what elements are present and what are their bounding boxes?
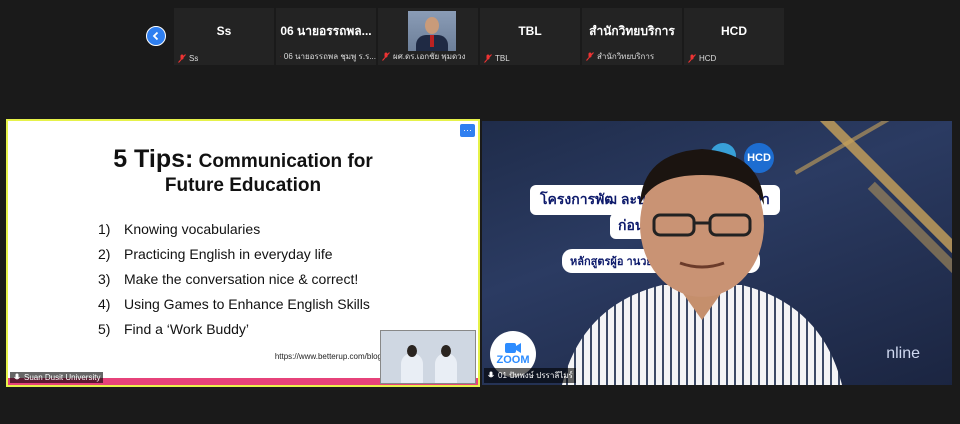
list-item: 1) Knowing vocabularies xyxy=(98,221,261,237)
muted-mic-icon xyxy=(586,52,594,61)
slide-title-rest: Communication for xyxy=(198,151,373,172)
mic-icon xyxy=(14,373,20,380)
muted-mic-icon xyxy=(280,56,281,57)
participant-caption-text: 06 นายอรรถพล ชุมพู ร.ร... xyxy=(283,52,376,61)
participant-caption-text: TBL xyxy=(495,54,510,63)
participant-tile[interactable]: Ss Ss xyxy=(174,8,274,65)
participant-tile[interactable]: 06 นายอรรถพล... 06 นายอรรถพล ชุมพู ร.ร..… xyxy=(276,8,376,65)
participant-display-name: 06 นายอรรถพล... xyxy=(280,23,372,38)
ellipsis-icon: ··· xyxy=(463,125,472,135)
shared-screen-tile[interactable]: 5 Tips: Communication for Future Educati… xyxy=(6,119,480,387)
slide-title-number: 5 Tips: xyxy=(113,145,194,173)
list-item: 5) Find a ‘Work Buddy’ xyxy=(98,321,250,337)
chevron-left-icon xyxy=(152,31,159,41)
participant-tile[interactable]: TBL TBL xyxy=(480,8,580,65)
participant-caption: 06 นายอรรถพล ชุมพู ร.ร... xyxy=(280,50,376,63)
slide-source-url: https://www.betterup.com/blog xyxy=(274,352,382,361)
speaker-video-tile[interactable]: HCD โครงการพัฒ ละบุคลากรทางการศึกษา ก่อน… xyxy=(482,121,952,385)
tips-list: 1) Knowing vocabularies 2) Practicing Engl… xyxy=(98,221,370,346)
speaker-figure xyxy=(562,149,842,385)
slide-title: 5 Tips: Communication for Future Educati… xyxy=(8,147,478,198)
camera-icon xyxy=(505,343,521,353)
participant-caption-text: HCD xyxy=(699,54,717,63)
participant-strip: Ss Ss 06 นายอรรถพล... 06 นายอรรถพล ชุมพู… xyxy=(174,8,784,65)
more-options-button[interactable]: ··· xyxy=(460,124,475,137)
participant-display-name: HCD xyxy=(721,24,747,38)
participant-caption-text: ผศ.ดร.เอกชัย พุมดวง xyxy=(393,52,466,61)
participant-caption: TBL xyxy=(484,54,510,63)
mic-icon xyxy=(488,371,494,378)
participant-caption: สำนักวิทยบริการ xyxy=(586,50,654,63)
participant-display-name: TBL xyxy=(518,24,542,38)
muted-mic-icon xyxy=(484,54,492,63)
participant-caption: ผศ.ดร.เอกชัย พุมดวง xyxy=(382,50,466,63)
list-item: 3) Make the conversation nice & correct! xyxy=(98,271,359,287)
participant-tile[interactable]: สำนักวิทยบริการ สำนักวิทยบริการ xyxy=(582,8,682,65)
list-item: 2) Practicing English in everyday life xyxy=(98,246,333,262)
previous-page-button[interactable] xyxy=(146,26,166,46)
participant-video-thumbnail xyxy=(408,11,456,51)
participant-caption: Ss xyxy=(178,54,198,63)
participant-name-tag: Suan Dusit University xyxy=(10,372,104,383)
participant-caption: HCD xyxy=(688,54,716,63)
participant-display-name: สำนักวิทยบริการ xyxy=(589,23,675,38)
muted-mic-icon xyxy=(688,54,696,63)
list-item: 4) Using Games to Enhance English Skills xyxy=(98,296,370,312)
slide-title-line2: Future Education xyxy=(164,175,322,196)
presentation-slide: 5 Tips: Communication for Future Educati… xyxy=(8,121,478,385)
muted-mic-icon xyxy=(382,52,390,61)
muted-mic-icon xyxy=(178,54,186,63)
participant-caption-text: Ss xyxy=(189,54,199,63)
participant-tile[interactable]: HCD HCD xyxy=(684,8,784,65)
presenter-thumbnail xyxy=(380,330,476,384)
participant-name-tag: 01 ปัทพงษ์ ปรราลีไมร์ xyxy=(484,368,576,383)
online-text: nline xyxy=(886,345,920,362)
participant-display-name: Ss xyxy=(216,24,232,38)
participant-tile[interactable]: ผศ.ดร.เอกชัย พุมดวง xyxy=(378,8,478,65)
participant-caption-text: สำนักวิทยบริการ xyxy=(597,52,655,61)
